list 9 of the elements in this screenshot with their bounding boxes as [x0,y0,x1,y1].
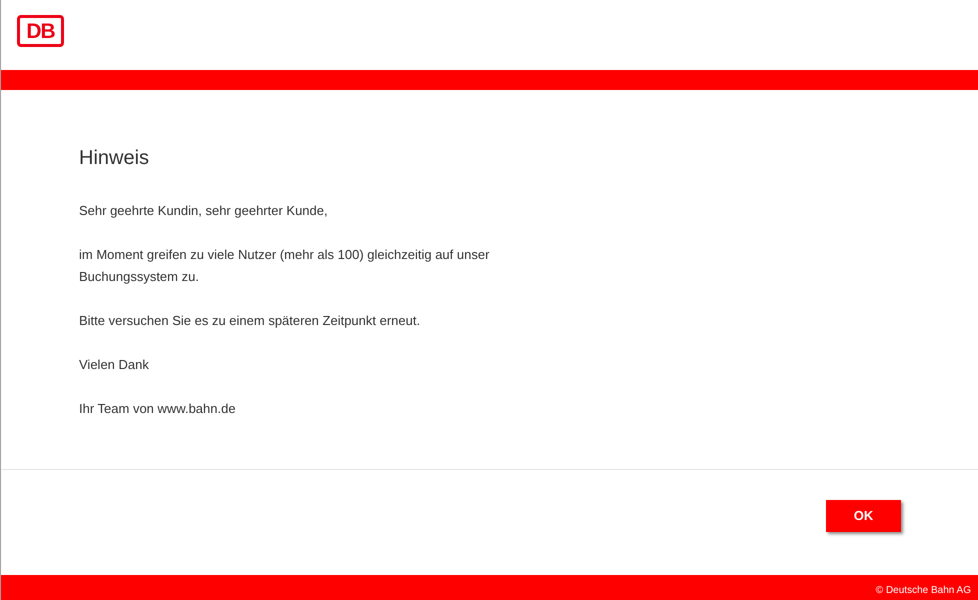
dialog-title: Hinweis [79,146,150,170]
message-paragraph: Sehr geehrte Kundin, sehr geehrter Kunde, [79,202,329,220]
message-paragraph: im Moment greifen zu viele Nutzer (mehr als 100) gleichzeitig auf unser Buchungssystem zu. [79,246,490,286]
message-paragraph: Bitte versuchen Sie es zu einem späteren Zeitpunkt erneut. [79,312,422,330]
ok-button[interactable]: OK [826,500,901,532]
message-paragraph: Ihr Team von www.bahn.de [79,400,237,418]
db-logo: DB [17,15,64,47]
message-paragraph: Vielen Dank [79,356,150,374]
copyright-text: © Deutsche Bahn AG [876,585,971,597]
